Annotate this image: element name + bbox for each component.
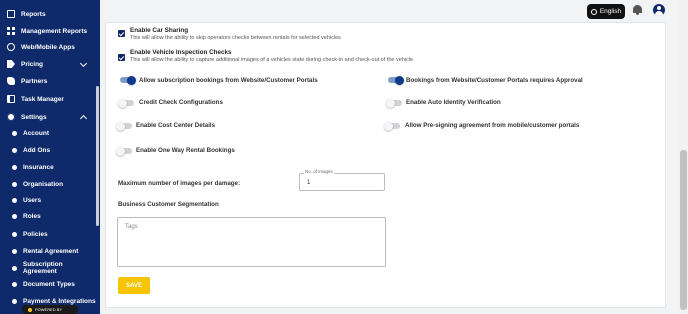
sidebar-item-reports[interactable]: Reports <box>0 7 96 21</box>
bullet-icon <box>12 164 17 170</box>
language-label: English <box>599 8 622 15</box>
bullet-icon <box>12 265 17 271</box>
sidebar-subitem-rental-agreement[interactable]: Rental Agreement <box>0 244 96 258</box>
bullet-icon <box>12 231 17 237</box>
management-reports-icon <box>7 27 15 35</box>
sidebar-subitem-label: Users <box>23 196 42 204</box>
sidebar-subitem-label: Roles <box>23 212 41 220</box>
page-scrollbar[interactable] <box>679 0 688 314</box>
cost-center-label: Enable Cost Center Details <box>136 122 216 129</box>
bullet-icon <box>12 181 17 187</box>
segmentation-label: Business Customer Segmentation <box>118 201 219 208</box>
sidebar-item-settings[interactable]: Settings <box>0 110 96 124</box>
car-sharing-checkbox[interactable] <box>118 30 125 37</box>
partners-icon <box>7 77 15 85</box>
user-avatar-icon[interactable] <box>653 4 665 16</box>
bullet-icon <box>12 213 17 219</box>
sidebar-subitem-label: Document Types <box>23 280 75 288</box>
notification-bell-icon[interactable] <box>633 5 642 15</box>
sidebar-subitem-label: Rental Agreement <box>23 247 79 255</box>
pricing-icon <box>7 60 15 68</box>
sidebar-subitem-label: Add Ons <box>23 146 51 154</box>
sidebar-subitem-policies[interactable]: Policies <box>0 227 96 241</box>
credit-check-label: Credit Check Configurations <box>139 99 223 106</box>
bullet-icon <box>12 130 17 136</box>
chevron-down-icon <box>79 59 88 68</box>
bullet-icon <box>12 147 17 153</box>
sidebar-item-partners[interactable]: Partners <box>0 74 96 88</box>
sidebar-item-label: Management Reports <box>21 27 88 35</box>
sidebar-subitem-roles[interactable]: Roles <box>0 209 96 223</box>
subscription-bookings-toggle[interactable] <box>120 75 136 85</box>
powered-by-text: POWERED BY <box>35 307 63 312</box>
sidebar-subitem-label: Policies <box>23 230 48 238</box>
gear-icon <box>7 113 15 121</box>
sidebar-subitem-label: Payment & Integrations <box>23 297 96 305</box>
sidebar-subitem-add-ons[interactable]: Add Ons <box>0 143 96 157</box>
report-icon <box>7 10 15 18</box>
car-sharing-title: Enable Car Sharing <box>130 27 189 34</box>
max-images-label: Maximum number of images per damage: <box>118 180 241 187</box>
sidebar-subitem-account[interactable]: Account <box>0 126 96 140</box>
sidebar-item-label: Settings <box>21 113 47 121</box>
car-sharing-description: This will allow the ability to skip oper… <box>130 35 341 41</box>
credit-check-toggle[interactable] <box>118 98 134 108</box>
sidebar-subitem-users[interactable]: Users <box>0 193 96 207</box>
sidebar-subitem-insurance[interactable]: Insurance <box>0 160 96 174</box>
vehicle-inspection-title: Enable Vehicle Inspection Checks <box>130 49 232 56</box>
max-images-legend: No. of images <box>304 169 334 174</box>
globe-icon <box>7 43 15 51</box>
max-images-input[interactable]: 1 <box>299 173 385 191</box>
cost-center-toggle[interactable] <box>116 121 132 131</box>
vehicle-inspection-description: This will allow the ability to capture a… <box>130 57 414 63</box>
booking-approval-toggle[interactable] <box>388 75 404 85</box>
tags-placeholder: Tags <box>125 224 138 230</box>
tags-input[interactable] <box>117 217 386 267</box>
bullet-icon <box>12 248 17 254</box>
sidebar-subitem-organisation[interactable]: Organisation <box>0 177 96 191</box>
sidebar-subitem-label: Account <box>23 129 49 137</box>
sidebar-item-management-reports[interactable]: Management Reports <box>0 24 96 38</box>
sidebar-item-label: Pricing <box>21 60 44 68</box>
globe-icon <box>590 8 597 15</box>
sidebar-item-label: Task Manager <box>21 95 64 103</box>
bullet-icon <box>12 298 17 304</box>
bullet-icon <box>12 197 17 203</box>
subscription-bookings-label: Allow subscription bookings from Website… <box>139 77 318 84</box>
language-button[interactable]: English <box>587 4 625 19</box>
vehicle-inspection-checkbox[interactable] <box>118 54 125 61</box>
powered-by-badge: POWERED BY <box>22 305 78 314</box>
chevron-up-icon <box>79 114 88 123</box>
sidebar-item-label: Web/Mobile Apps <box>21 43 75 51</box>
sidebar-item-web-mobile-apps[interactable]: Web/Mobile Apps <box>0 40 96 54</box>
sidebar-subitem-label: Subscription Agreement <box>22 261 63 275</box>
sidebar-item-pricing[interactable]: Pricing <box>0 57 96 71</box>
pre-signing-label: Allow Pre-signing agreement from mobile/… <box>405 122 580 129</box>
sidebar: Reports Management Reports Web/Mobile Ap… <box>0 0 100 314</box>
sidebar-scrollbar[interactable] <box>96 86 99 226</box>
sidebar-subitem-label: Organisation <box>23 180 64 188</box>
sidebar-subitem-document-types[interactable]: Document Types <box>0 277 96 291</box>
auto-identity-toggle[interactable] <box>386 98 402 108</box>
pre-signing-toggle[interactable] <box>384 121 400 131</box>
sidebar-subitem-subscription-agreement[interactable]: Subscription Agreement <box>0 261 96 275</box>
sidebar-subitem-label: Insurance <box>23 163 54 171</box>
one-way-rental-label: Enable One Way Rental Bookings <box>136 147 235 154</box>
bullet-icon <box>12 281 17 287</box>
brand-logo-icon <box>28 307 32 312</box>
sidebar-item-label: Reports <box>21 10 46 18</box>
booking-approval-label: Bookings from Website/Customer Portals r… <box>406 77 583 84</box>
task-icon <box>7 95 15 103</box>
save-button[interactable]: SAVE <box>118 277 150 294</box>
auto-identity-label: Enable Auto Identity Verification <box>406 99 501 106</box>
sidebar-item-label: Partners <box>21 77 48 85</box>
sidebar-item-task-manager[interactable]: Task Manager <box>0 92 96 106</box>
scrollbar-thumb[interactable] <box>680 150 687 310</box>
one-way-rental-toggle[interactable] <box>116 146 132 156</box>
